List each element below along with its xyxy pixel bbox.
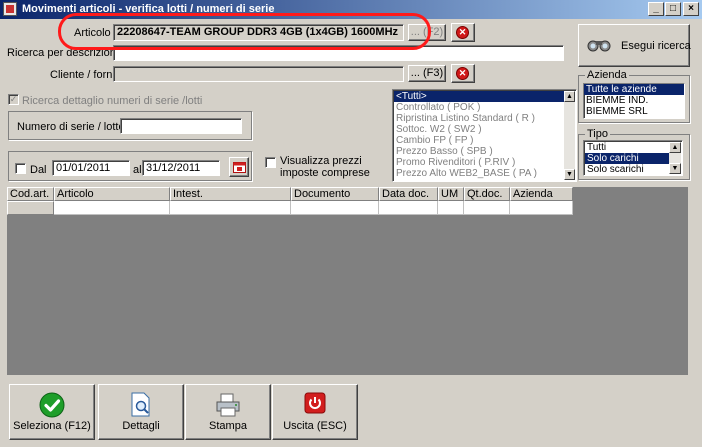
tipo-item[interactable]: Solo carichi (585, 153, 669, 164)
listino-item[interactable]: Ripristina Listino Standard ( R ) (394, 113, 564, 124)
listino-item[interactable]: Cambio FP ( FP ) (394, 135, 564, 146)
esegui-ricerca-button[interactable]: Esegui ricerca (578, 24, 691, 67)
window-title: Movimenti articoli - verifica lotti / nu… (22, 3, 275, 15)
red-power-icon (304, 392, 326, 414)
ricerca-label: Ricerca per descrizione : (7, 47, 129, 59)
azienda-item[interactable]: BIEMME IND. (584, 95, 684, 106)
seleziona-label: Seleziona (F12) (13, 420, 91, 432)
seleziona-button[interactable]: Seleziona (F12) (9, 384, 95, 440)
listino-item[interactable]: Promo Rivenditori ( P.RIV ) (394, 157, 564, 168)
maximize-button[interactable]: □ (665, 2, 681, 16)
results-grid[interactable]: Cod.art. Articolo Intest. Documento Data… (7, 187, 688, 375)
scroll-up-icon[interactable]: ▲ (669, 142, 681, 153)
close-button[interactable]: × (683, 2, 699, 16)
clear-icon: ✕ (456, 26, 469, 39)
column-header[interactable]: Intest. (170, 187, 291, 201)
grid-header: Cod.art. Articolo Intest. Documento Data… (7, 187, 573, 201)
tipo-item[interactable]: Tutti (585, 142, 669, 153)
scroll-down-icon[interactable]: ▼ (669, 163, 681, 174)
articolo-clear-button[interactable]: ✕ (451, 23, 475, 42)
calendar-icon (233, 162, 246, 173)
green-check-icon (39, 392, 65, 418)
date-filter-checkbox[interactable] (15, 163, 26, 174)
column-header[interactable]: Articolo (54, 187, 170, 201)
cliente-label: Cliente / forn. : (50, 69, 122, 81)
column-header[interactable]: Qt.doc. (464, 187, 510, 201)
column-header[interactable]: Azienda (510, 187, 573, 201)
column-header[interactable]: Data doc. (379, 187, 438, 201)
azienda-item[interactable]: Tutte le aziende (584, 84, 684, 95)
esegui-ricerca-label: Esegui ricerca (621, 40, 691, 52)
column-header[interactable]: Documento (291, 187, 379, 201)
tipo-title: Tipo (585, 128, 610, 140)
cliente-field[interactable] (113, 66, 404, 82)
al-label: al (133, 164, 142, 176)
uscita-button[interactable]: Uscita (ESC) (272, 384, 358, 440)
app-icon (3, 2, 17, 16)
articolo-lookup-button[interactable]: ... (F2) (408, 24, 446, 41)
ricerca-descrizione-input[interactable] (113, 45, 564, 61)
clear-icon: ✕ (456, 67, 469, 80)
dettagli-label: Dettagli (122, 420, 160, 432)
azienda-listbox[interactable]: Tutte le aziende BIEMME IND. BIEMME SRL (583, 83, 685, 119)
table-row[interactable] (7, 201, 573, 215)
listino-item[interactable]: <Tutti> (394, 91, 564, 102)
listini-scrollbar[interactable]: ▲ ▼ (564, 91, 575, 180)
column-header[interactable]: Cod.art. (7, 187, 54, 201)
dal-label: Dal (30, 164, 47, 176)
tipo-scrollbar[interactable]: ▲ ▼ (669, 142, 681, 174)
minimize-button[interactable]: _ (648, 2, 664, 16)
listini-listbox[interactable]: <Tutti> Controllato ( POK ) Ripristina L… (392, 89, 577, 182)
column-header[interactable]: UM (438, 187, 464, 201)
articolo-field[interactable]: 22208647-TEAM GROUP DDR3 4GB (1x4GB) 160… (113, 24, 404, 41)
stampa-button[interactable]: Stampa (185, 384, 271, 440)
scroll-up-icon[interactable]: ▲ (564, 91, 575, 102)
articolo-label: Articolo : (74, 27, 117, 39)
listino-item[interactable]: Prezzo Basso ( SPB ) (394, 146, 564, 157)
azienda-item[interactable]: BIEMME SRL (584, 106, 684, 117)
prezzi-label: Visualizza prezzi imposte comprese (280, 155, 370, 179)
cliente-clear-button[interactable]: ✕ (451, 64, 475, 83)
dettaglio-checkbox[interactable]: ✓ (8, 94, 19, 105)
printer-icon (216, 393, 240, 417)
uscita-label: Uscita (ESC) (283, 420, 347, 432)
prezzi-checkbox[interactable] (265, 157, 276, 168)
binoculars-icon (587, 40, 611, 52)
dettagli-button[interactable]: Dettagli (98, 384, 184, 440)
seriale-label: Numero di serie / lotto : (17, 121, 131, 133)
stampa-label: Stampa (209, 420, 247, 432)
al-date-input[interactable]: 31/12/2011 (142, 160, 220, 176)
tipo-item[interactable]: Solo scarichi (585, 164, 669, 175)
cliente-lookup-button[interactable]: ... (F3) (408, 65, 446, 82)
document-magnifier-icon (131, 392, 150, 417)
seriale-input[interactable] (120, 118, 242, 134)
tipo-listbox[interactable]: Tutti Solo carichi Solo scarichi ▲ ▼ (583, 140, 683, 176)
dettaglio-label: Ricerca dettaglio numeri di serie /lotti (22, 95, 203, 107)
calendar-button[interactable] (229, 157, 249, 177)
listino-item[interactable]: Prezzo Alto WEB2_BASE ( PA ) (394, 168, 564, 179)
azienda-title: Azienda (585, 69, 629, 81)
scroll-down-icon[interactable]: ▼ (564, 169, 575, 180)
listino-item[interactable]: Controllato ( POK ) (394, 102, 564, 113)
listino-item[interactable]: Sottoc. W2 ( SW2 ) (394, 124, 564, 135)
title-bar: Movimenti articoli - verifica lotti / nu… (0, 0, 702, 19)
dal-date-input[interactable]: 01/01/2011 (52, 160, 130, 176)
